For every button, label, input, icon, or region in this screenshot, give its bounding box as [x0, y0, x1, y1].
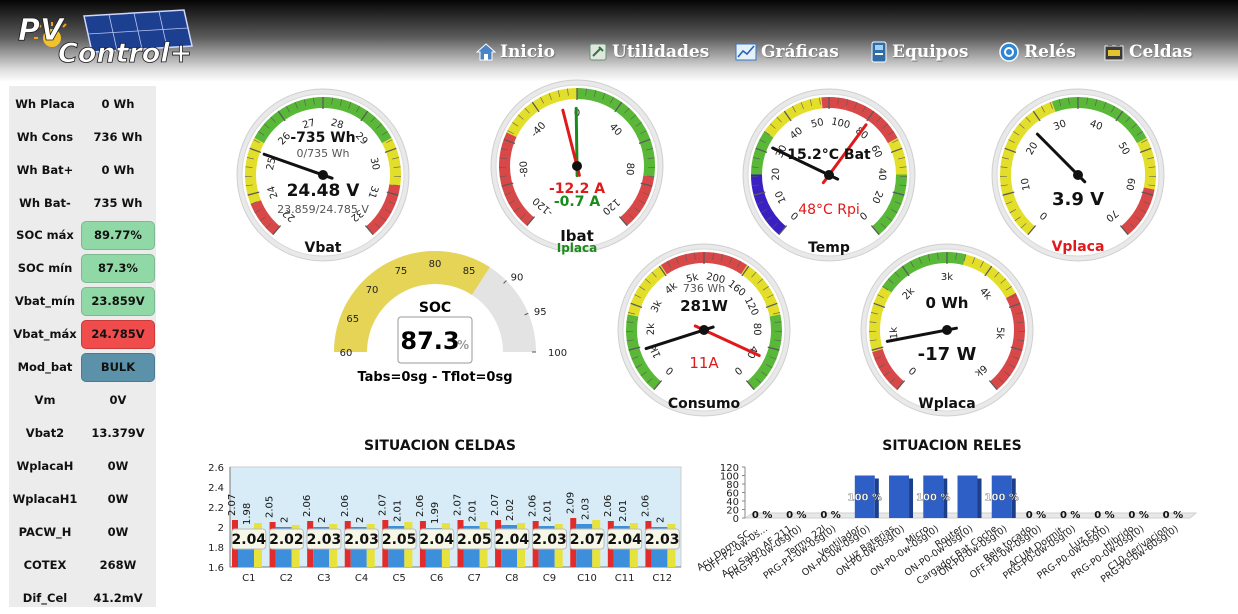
celdas-data-label: 2.05	[265, 496, 276, 518]
celdas-value-label: 2.03	[307, 532, 342, 548]
reles-bar	[889, 476, 909, 519]
celdas-y-tick: 2.6	[208, 463, 224, 474]
celdas-data-label: 2.09	[565, 492, 576, 514]
reles-value-label: 0 %	[786, 510, 806, 521]
celdas-data-label: 2.06	[640, 495, 651, 517]
reles-value-label: 0 %	[1128, 510, 1148, 521]
celdas-y-tick: 1.6	[208, 563, 224, 574]
celdas-data-label: 2.06	[415, 495, 426, 517]
celdas-data-label: 2.07	[490, 494, 501, 516]
reles-value-label: 0 %	[752, 510, 772, 521]
celdas-data-label: 2.01	[618, 500, 629, 522]
reles-value-label: 0 %	[1060, 510, 1080, 521]
celdas-data-label: 1.98	[242, 503, 253, 525]
celdas-y-tick: 2.2	[208, 503, 224, 514]
celdas-data-label: 1.99	[430, 502, 441, 524]
celdas-data-label: 2	[280, 517, 291, 523]
celdas-data-label: 2.01	[468, 500, 479, 522]
reles-value-label: 0 %	[1094, 510, 1114, 521]
celdas-x-label: C6	[430, 573, 443, 584]
reles-value-label: 100 %	[848, 493, 882, 504]
celdas-data-label: 2.01	[392, 500, 403, 522]
celdas-data-label: 2.06	[302, 495, 313, 517]
celdas-data-label: 2	[317, 517, 328, 523]
celdas-value-label: 2.04	[232, 532, 267, 548]
celdas-y-tick: 1.8	[208, 543, 224, 554]
reles-value-label: 100 %	[985, 493, 1019, 504]
celdas-value-label: 2.04	[495, 532, 530, 548]
celdas-x-label: C4	[355, 573, 368, 584]
reles-chart: 0204060801001200 %0 %0 %100 %100 %100 %0…	[695, 463, 1196, 587]
reles-value-label: 0 %	[1026, 510, 1046, 521]
celdas-x-label: C3	[317, 573, 330, 584]
reles-value-label: 0 %	[1163, 510, 1183, 521]
celdas-x-label: C5	[392, 573, 405, 584]
celdas-value-label: 2.02	[269, 532, 304, 548]
celdas-x-label: C12	[652, 573, 672, 584]
charts-panel: 1.61.822.22.42.62.071.98C12.042.052C22.0…	[0, 0, 1238, 607]
celdas-y-tick: 2.4	[208, 483, 224, 494]
celdas-data-label: 2.06	[528, 495, 539, 517]
celdas-x-label: C8	[505, 573, 518, 584]
reles-bar	[958, 476, 978, 519]
celdas-x-label: C1	[242, 573, 255, 584]
celdas-value-label: 2.07	[570, 532, 605, 548]
celdas-x-label: C7	[468, 573, 481, 584]
celdas-value-label: 2.03	[532, 532, 567, 548]
celdas-data-label: 2	[655, 517, 666, 523]
celdas-value-label: 2.03	[645, 532, 680, 548]
celdas-data-label: 2.02	[505, 499, 516, 521]
reles-value-label: 0 %	[820, 510, 840, 521]
celdas-data-label: 2.03	[580, 498, 591, 520]
celdas-x-label: C11	[615, 573, 635, 584]
reles-bar-side	[978, 479, 982, 519]
celdas-x-label: C2	[280, 573, 293, 584]
celdas-chart: 1.61.822.22.42.62.071.98C12.042.052C22.0…	[208, 463, 681, 584]
celdas-data-label: 2.07	[453, 494, 464, 516]
celdas-value-label: 2.04	[419, 532, 454, 548]
celdas-data-label: 2.06	[340, 495, 351, 517]
celdas-value-label: 2.03	[344, 532, 379, 548]
celdas-value-label: 2.04	[607, 532, 642, 548]
reles-y-tick: 120	[720, 463, 739, 474]
celdas-value-label: 2.05	[382, 532, 417, 548]
celdas-y-tick: 2	[218, 523, 224, 534]
celdas-x-label: C10	[577, 573, 597, 584]
reles-value-label: 100 %	[916, 493, 950, 504]
celdas-value-label: 2.05	[457, 532, 492, 548]
celdas-data-label: 2.07	[377, 494, 388, 516]
celdas-data-label: 2.07	[227, 494, 238, 516]
celdas-x-label: C9	[543, 573, 556, 584]
celdas-data-label: 2	[355, 517, 366, 523]
celdas-data-label: 2.01	[543, 500, 554, 522]
celdas-data-label: 2.06	[603, 495, 614, 517]
reles-bar-side	[909, 479, 913, 519]
